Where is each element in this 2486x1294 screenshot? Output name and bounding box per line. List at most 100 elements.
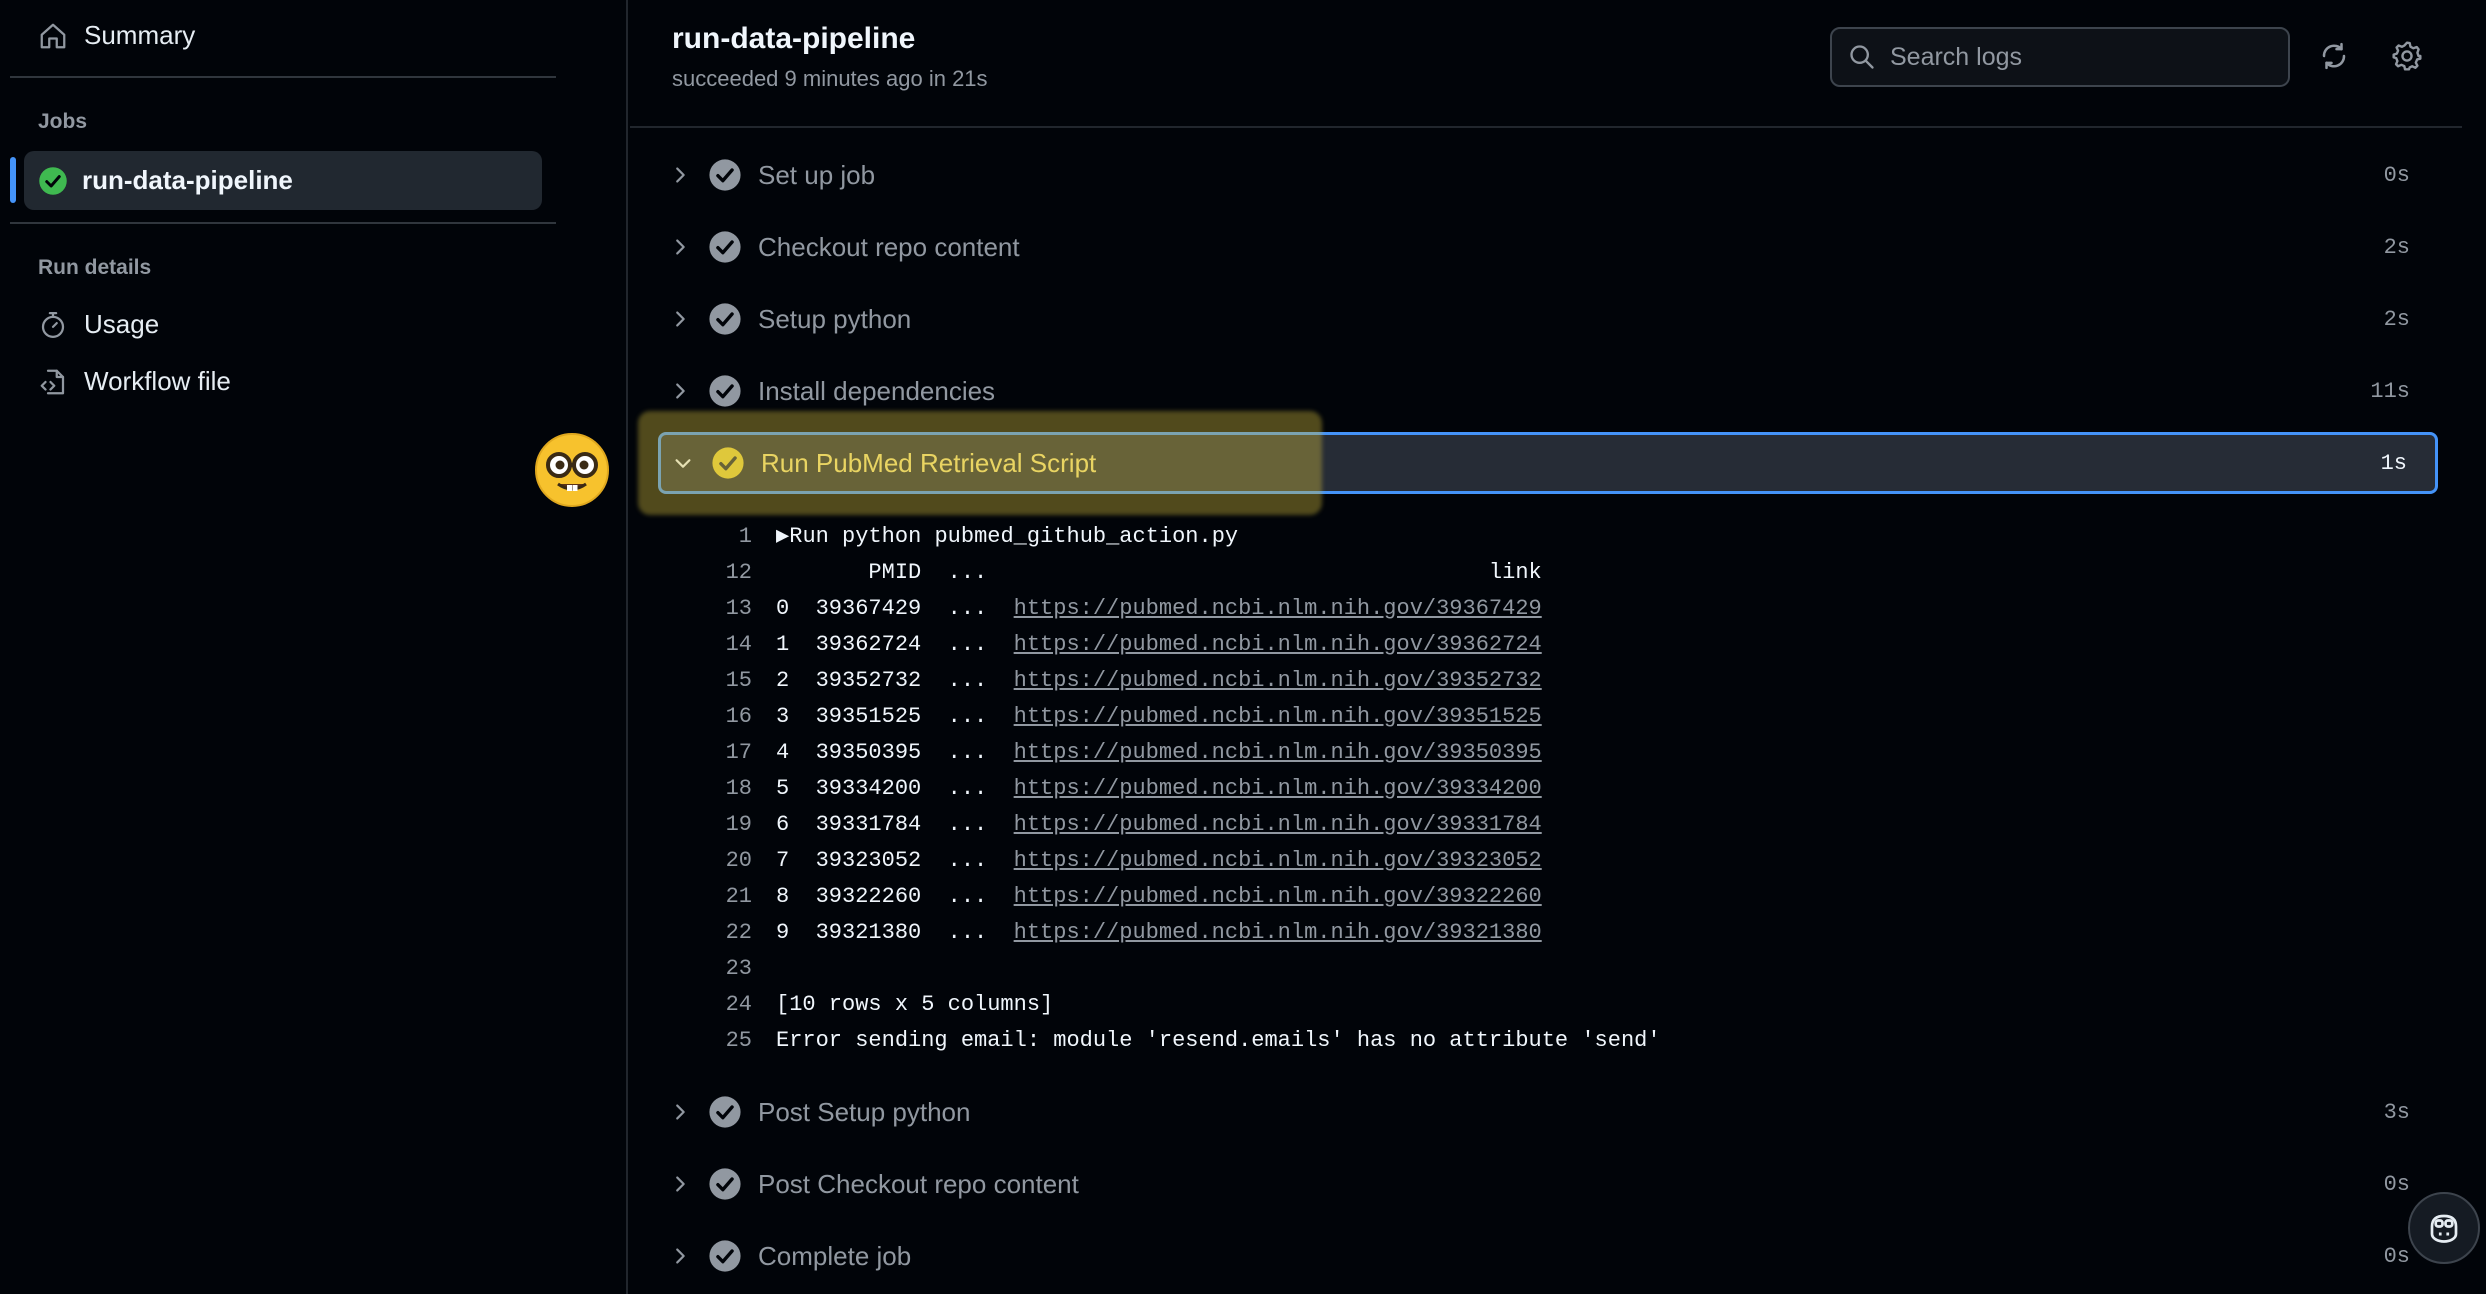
log-line[interactable]: 20 7 39323052 ... https://pubmed.ncbi.nlm… bbox=[690, 842, 2390, 878]
search-logs-box[interactable] bbox=[1830, 27, 2290, 87]
step-name: Post Checkout repo content bbox=[758, 1168, 1079, 1199]
step-duration: 1s bbox=[2380, 450, 2407, 476]
log-line[interactable]: 25 Error sending email: module 'resend.em… bbox=[690, 1022, 2390, 1058]
step-row[interactable]: Post Checkout repo content 0s bbox=[658, 1152, 2438, 1216]
step-name: Install dependencies bbox=[758, 375, 996, 406]
log-line[interactable]: 16 3 39351525 ... https://pubmed.ncbi.nlm… bbox=[690, 698, 2390, 734]
log-line[interactable]: 12 PMID ... link bbox=[690, 554, 2390, 590]
pubmed-link[interactable]: https://pubmed.ncbi.nlm.nih.gov/39323052 bbox=[1014, 848, 1542, 873]
pubmed-link[interactable]: https://pubmed.ncbi.nlm.nih.gov/39362724 bbox=[1014, 632, 1542, 657]
line-number: 23 bbox=[725, 955, 752, 981]
log-line[interactable]: 17 4 39350395 ... https://pubmed.ncbi.nlm… bbox=[690, 734, 2390, 770]
line-number: 21 bbox=[725, 883, 752, 909]
copilot-button[interactable] bbox=[2408, 1192, 2480, 1264]
step-name: Checkout repo content bbox=[758, 231, 1020, 262]
nerd-face-emoji bbox=[535, 433, 609, 507]
pubmed-link[interactable]: https://pubmed.ncbi.nlm.nih.gov/39351525 bbox=[1014, 704, 1542, 729]
divider bbox=[10, 76, 556, 78]
sidebar: Summary Jobs run-data-pipeline Run detai… bbox=[0, 0, 628, 1294]
log-text: ▶Run python pubmed_github_action.py bbox=[776, 524, 1239, 549]
step-row[interactable]: Post Setup python 3s bbox=[658, 1080, 2438, 1144]
log-text: 8 39322260 ... bbox=[776, 883, 1014, 909]
log-text: [10 rows x 5 columns] bbox=[776, 991, 1054, 1017]
pubmed-link[interactable]: https://pubmed.ncbi.nlm.nih.gov/39334200 bbox=[1014, 776, 1542, 801]
line-number: 18 bbox=[725, 775, 752, 801]
header: run-data-pipeline succeeded 9 minutes ag… bbox=[630, 0, 2462, 128]
log-line[interactable]: 21 8 39322260 ... https://pubmed.ncbi.nlm… bbox=[690, 878, 2390, 914]
line-number: 19 bbox=[725, 811, 752, 837]
log-text: 5 39334200 ... bbox=[776, 775, 1014, 801]
workflow-file-icon bbox=[40, 369, 65, 394]
search-icon bbox=[1850, 45, 1874, 69]
line-number: 1 bbox=[738, 523, 752, 549]
search-logs-input[interactable] bbox=[1890, 42, 2270, 72]
step-row[interactable]: Checkout repo content 2s bbox=[658, 215, 2438, 279]
pubmed-link[interactable]: https://pubmed.ncbi.nlm.nih.gov/39352732 bbox=[1014, 668, 1542, 693]
log-text: 7 39323052 ... bbox=[776, 847, 1014, 873]
step-duration: 0s bbox=[2383, 1171, 2410, 1197]
run-status-text: succeeded 9 minutes ago in 21s bbox=[672, 66, 988, 91]
log-text: 9 39321380 ... bbox=[776, 919, 1014, 945]
divider bbox=[10, 222, 556, 224]
step-duration: 2s bbox=[2383, 234, 2410, 260]
copilot-icon bbox=[2430, 1214, 2458, 1243]
main-panel: run-data-pipeline succeeded 9 minutes ag… bbox=[630, 0, 2462, 1294]
pubmed-link[interactable]: https://pubmed.ncbi.nlm.nih.gov/39331784 bbox=[1014, 812, 1542, 837]
sidebar-item-usage[interactable]: Usage bbox=[38, 309, 159, 340]
log-line[interactable]: 19 6 39331784 ... https://pubmed.ncbi.nlm… bbox=[690, 806, 2390, 842]
check-circle-icon bbox=[709, 159, 741, 191]
line-number: 14 bbox=[725, 631, 752, 657]
sidebar-item-summary[interactable]: Summary bbox=[38, 20, 195, 51]
step-row[interactable]: Set up job 0s bbox=[658, 143, 2438, 207]
check-circle-icon bbox=[709, 1168, 741, 1200]
step-name: Setup python bbox=[758, 303, 912, 334]
sidebar-item-job[interactable]: run-data-pipeline bbox=[24, 151, 542, 210]
pubmed-link[interactable]: https://pubmed.ncbi.nlm.nih.gov/39321380 bbox=[1014, 920, 1542, 945]
pubmed-link[interactable]: https://pubmed.ncbi.nlm.nih.gov/39350395 bbox=[1014, 740, 1542, 765]
log-line[interactable]: 13 0 39367429 ... https://pubmed.ncbi.nlm… bbox=[690, 590, 2390, 626]
log-line[interactable]: 14 1 39362724 ... https://pubmed.ncbi.nlm… bbox=[690, 626, 2390, 662]
line-number: 12 bbox=[725, 559, 752, 585]
step-duration: 3s bbox=[2383, 1099, 2410, 1125]
check-circle-icon bbox=[709, 375, 741, 407]
log-line[interactable]: 1 ▶Run python pubmed_github_action.py bbox=[690, 518, 2390, 554]
log-line[interactable]: 24 [10 rows x 5 columns] bbox=[690, 986, 2390, 1022]
step-duration: 2s bbox=[2383, 306, 2410, 332]
step-duration: 11s bbox=[2370, 378, 2410, 404]
stopwatch-icon bbox=[41, 311, 65, 338]
step-row[interactable]: Setup python 2s bbox=[658, 287, 2438, 351]
chevron-right-icon bbox=[658, 1245, 702, 1267]
line-number: 13 bbox=[725, 595, 752, 621]
check-circle-icon bbox=[709, 231, 741, 263]
settings-button[interactable] bbox=[2387, 36, 2427, 76]
log-line[interactable]: 18 5 39334200 ... https://pubmed.ncbi.nlm… bbox=[690, 770, 2390, 806]
sidebar-item-workflow-file[interactable]: Workflow file bbox=[38, 366, 231, 397]
highlight-overlay bbox=[638, 411, 1322, 515]
sidebar-item-label: Workflow file bbox=[84, 366, 231, 396]
line-number: 24 bbox=[725, 991, 752, 1017]
log-text: Error sending email: module 'resend.emai… bbox=[776, 1027, 1661, 1053]
line-number: 25 bbox=[725, 1027, 752, 1053]
refresh-button[interactable] bbox=[2314, 36, 2354, 76]
line-number: 15 bbox=[725, 667, 752, 693]
chevron-right-icon bbox=[658, 236, 702, 258]
check-circle-icon bbox=[709, 303, 741, 335]
log-line[interactable]: 15 2 39352732 ... https://pubmed.ncbi.nlm… bbox=[690, 662, 2390, 698]
log-text: 4 39350395 ... bbox=[776, 739, 1014, 765]
log-line[interactable]: 23 bbox=[690, 950, 2390, 986]
step-duration: 0s bbox=[2383, 1243, 2410, 1269]
pubmed-link[interactable]: https://pubmed.ncbi.nlm.nih.gov/39322260 bbox=[1014, 884, 1542, 909]
job-label: run-data-pipeline bbox=[82, 165, 293, 195]
page-title: run-data-pipeline bbox=[672, 22, 916, 55]
pubmed-link[interactable]: https://pubmed.ncbi.nlm.nih.gov/39367429 bbox=[1014, 596, 1542, 621]
jobs-heading: Jobs bbox=[38, 110, 88, 133]
log-line[interactable]: 22 9 39321380 ... https://pubmed.ncbi.nlm… bbox=[690, 914, 2390, 950]
log-text: 6 39331784 ... bbox=[776, 811, 1014, 837]
line-number: 16 bbox=[725, 703, 752, 729]
gear-icon bbox=[2392, 41, 2422, 71]
line-number: 22 bbox=[725, 919, 752, 945]
step-name: Post Setup python bbox=[758, 1096, 971, 1127]
step-row[interactable]: Complete job 0s bbox=[658, 1224, 2438, 1288]
chevron-right-icon bbox=[658, 1173, 702, 1195]
check-circle-icon bbox=[39, 166, 67, 195]
